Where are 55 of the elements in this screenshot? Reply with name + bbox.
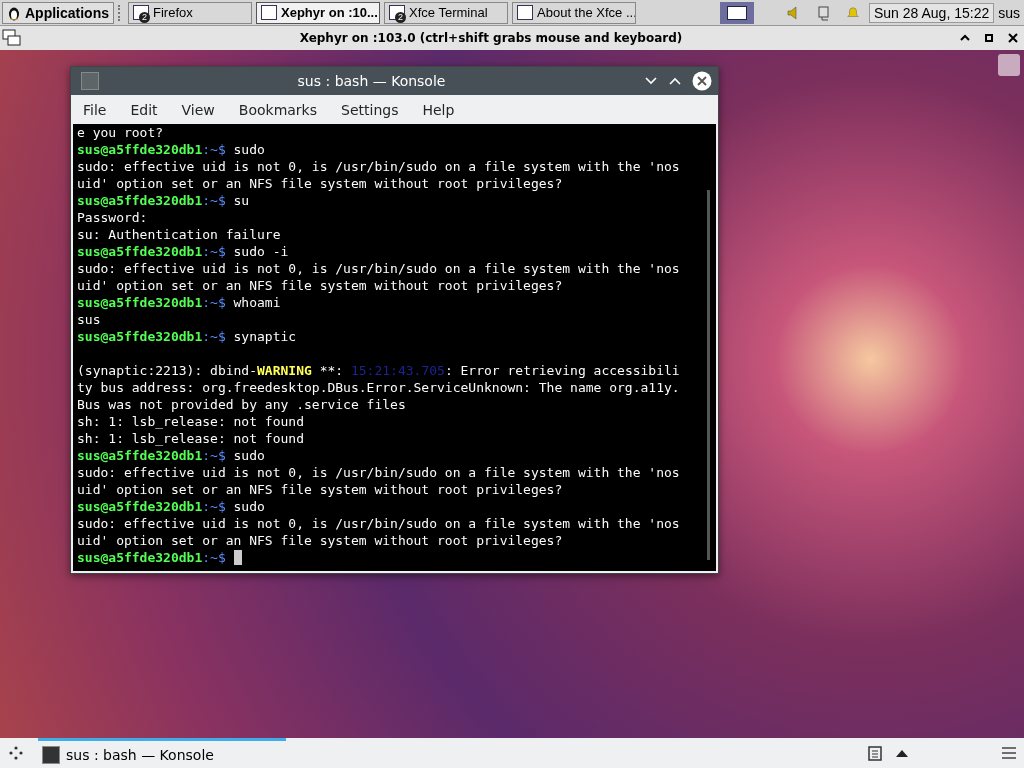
taskbar-button[interactable]: Xephyr on :10... — [256, 1, 380, 24]
window-icon — [261, 5, 277, 20]
terminal-prompt: sus@a5ffde320db1:~$ su — [77, 193, 250, 208]
terminal-prompt: sus@a5ffde320db1:~$ synaptic — [77, 329, 297, 344]
terminal-output: e you root? — [77, 125, 164, 140]
menu-item[interactable]: Settings — [341, 101, 399, 118]
terminal-output: sus — [77, 312, 101, 327]
applications-menu-button[interactable]: Applications — [2, 1, 114, 24]
user-name[interactable]: sus — [998, 4, 1020, 21]
network-icon[interactable] — [816, 4, 832, 21]
minimize-icon[interactable] — [960, 33, 970, 43]
terminal-prompt: sus@a5ffde320db1:~$ sudo — [77, 142, 265, 157]
close-icon[interactable] — [1008, 33, 1018, 43]
terminal-output: su: Authentication failure — [77, 227, 281, 242]
count-badge: 2 — [395, 11, 406, 23]
terminal-output: uid' option set or an NFS file system without root privileges? — [77, 533, 563, 548]
menu-item[interactable]: Bookmarks — [238, 101, 317, 118]
terminal-prompt: sus@a5ffde320db1:~$ — [77, 550, 226, 565]
terminal-prompt: sus@a5ffde320db1:~$ sudo -i — [77, 244, 289, 259]
terminal-output: sudo: effective uid is not 0, is /usr/bin/sudo on a file system with the 'nos — [77, 261, 680, 276]
clock[interactable]: Sun 28 Aug, 15:22 — [869, 2, 995, 23]
spinner-icon[interactable] — [8, 745, 24, 761]
taskbar-button[interactable]: 2 Firefox — [128, 1, 252, 24]
terminal-prompt: sus@a5ffde320db1:~$ whoami — [77, 295, 281, 310]
workspace-switcher[interactable] — [720, 1, 754, 24]
terminal-output: ty bus address: org.freedesktop.DBus.Error.ServiceUnknown: The name org.a11y. — [77, 380, 680, 395]
terminal-output: sudo: effective uid is not 0, is /usr/bin/sudo on a file system with the 'nos — [77, 159, 680, 174]
window-title: Xephyr on :103.0 (ctrl+shift grabs mouse and keyboard) — [298, 31, 684, 45]
maximize-icon[interactable] — [984, 33, 994, 43]
caret-icon[interactable] — [896, 749, 908, 757]
count-badge: 2 — [139, 11, 150, 23]
terminal-prompt: sus@a5ffde320db1:~$ sudo — [77, 448, 265, 463]
terminal-output: uid' option set or an NFS file system without root privileges? — [77, 482, 563, 497]
terminal-prompt: sus@a5ffde320db1:~$ sudo — [77, 499, 265, 514]
scrollbar[interactable] — [707, 190, 710, 560]
terminal-output: uid' option set or an NFS file system without root privileges? — [77, 278, 563, 293]
window-icon — [2, 29, 22, 47]
menu-item[interactable]: Help — [422, 101, 455, 118]
window-icon — [517, 5, 533, 20]
menu-item[interactable]: Edit — [130, 101, 158, 118]
terminal-output: sh: 1: lsb_release: not found — [77, 431, 304, 446]
terminal-output: Password: — [77, 210, 148, 225]
terminal-output: uid' option set or an NFS file system without root privileges? — [77, 176, 563, 191]
taskbar-button[interactable]: About the Xfce ... — [512, 1, 636, 24]
terminal-output: sudo: effective uid is not 0, is /usr/bin/sudo on a file system with the 'nos — [77, 465, 680, 480]
menu-item[interactable]: File — [83, 101, 107, 118]
window-title: sus : bash — Konsole — [296, 73, 447, 89]
terminal-output: sudo: effective uid is not 0, is /usr/bin/sudo on a file system with the 'nos — [77, 516, 680, 531]
close-icon[interactable] — [692, 71, 712, 91]
terminal-output: (synaptic:2213): dbind-WARNING **: 15:21:43.705: Error retrieving accessibili — [77, 363, 680, 378]
clipboard-icon[interactable] — [868, 745, 882, 761]
taskbar-button[interactable]: 2 Xfce Terminal — [384, 1, 508, 24]
terminal-output: sh: 1: lsb_release: not found — [77, 414, 304, 429]
terminal-output: Bus was not provided by any .service files — [77, 397, 406, 412]
menu-item[interactable]: View — [181, 101, 215, 118]
